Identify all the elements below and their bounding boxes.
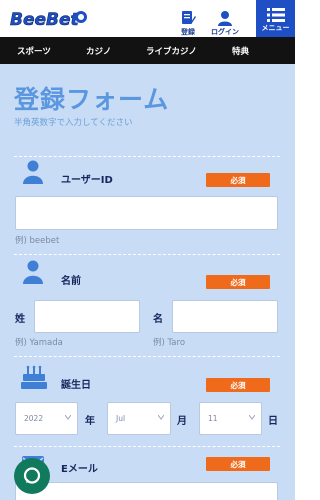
- form-subtitle: 半角英数字で入力してください: [14, 118, 133, 128]
- name-label: 名前: [61, 276, 81, 287]
- login-button[interactable]: ログイン: [207, 1, 243, 37]
- chevron-down-icon: [65, 414, 71, 420]
- beebet-logo[interactable]: BeeBet: [8, 5, 90, 33]
- birthday-label: 誕生日: [61, 380, 91, 391]
- required-badge: 必須: [206, 275, 270, 289]
- divider: [14, 446, 280, 447]
- birth-month-select[interactable]: Jul: [107, 402, 171, 435]
- main-nav: スポーツ カジノ ライブカジノ 特典: [0, 37, 295, 64]
- nav-item-bonus[interactable]: 特典: [232, 45, 249, 57]
- required-badge: 必須: [206, 378, 270, 392]
- first-name-label: 名: [153, 314, 163, 325]
- user-icon: [218, 11, 232, 26]
- svg-text:BeeBet: BeeBet: [10, 10, 80, 30]
- nav-item-sports[interactable]: スポーツ: [17, 45, 51, 57]
- user-icon: [22, 260, 44, 288]
- last-name-input[interactable]: [34, 300, 140, 333]
- nav-item-casino[interactable]: カジノ: [86, 45, 111, 57]
- registration-form: 登録フォーム 半角英数字で入力してください ユーザーID 必須 例) beebe…: [0, 64, 295, 500]
- email-label: Eメール: [61, 464, 98, 475]
- required-badge: 必須: [206, 457, 270, 471]
- chat-button[interactable]: [14, 458, 50, 494]
- register-button[interactable]: 登録: [175, 1, 201, 37]
- month-unit-label: 月: [177, 416, 187, 427]
- user-icon: [22, 160, 44, 188]
- required-badge: 必須: [206, 173, 270, 187]
- birthday-cake-icon: [21, 365, 47, 393]
- year-unit-label: 年: [85, 416, 95, 427]
- chat-bubble-icon: [23, 467, 41, 484]
- divider: [14, 254, 280, 255]
- page-title: 登録フォーム: [14, 85, 170, 114]
- nav-item-live-casino[interactable]: ライブカジノ: [146, 45, 197, 57]
- user-id-hint: 例) beebet: [15, 236, 60, 246]
- email-input[interactable]: [15, 482, 278, 500]
- birth-year-select[interactable]: 2022: [15, 402, 78, 435]
- first-name-hint: 例) Taro: [153, 338, 186, 348]
- last-name-label: 姓: [15, 314, 25, 325]
- site-header: BeeBet 登録 ログイン メニュー: [0, 0, 295, 39]
- divider: [14, 156, 280, 157]
- register-label: 登録: [181, 28, 195, 36]
- chevron-down-icon: [158, 414, 164, 420]
- birth-day-select[interactable]: 11: [199, 402, 262, 435]
- day-unit-label: 日: [268, 416, 278, 427]
- user-id-input[interactable]: [15, 196, 278, 230]
- first-name-input[interactable]: [172, 300, 278, 333]
- menu-button[interactable]: メニュー: [256, 0, 295, 37]
- user-id-label: ユーザーID: [61, 175, 113, 186]
- chevron-down-icon: [249, 414, 255, 420]
- divider: [14, 356, 280, 357]
- menu-icon: [266, 8, 285, 22]
- last-name-hint: 例) Yamada: [15, 338, 63, 348]
- login-label: ログイン: [211, 28, 239, 36]
- menu-label: メニュー: [261, 24, 290, 32]
- register-icon: [182, 11, 196, 24]
